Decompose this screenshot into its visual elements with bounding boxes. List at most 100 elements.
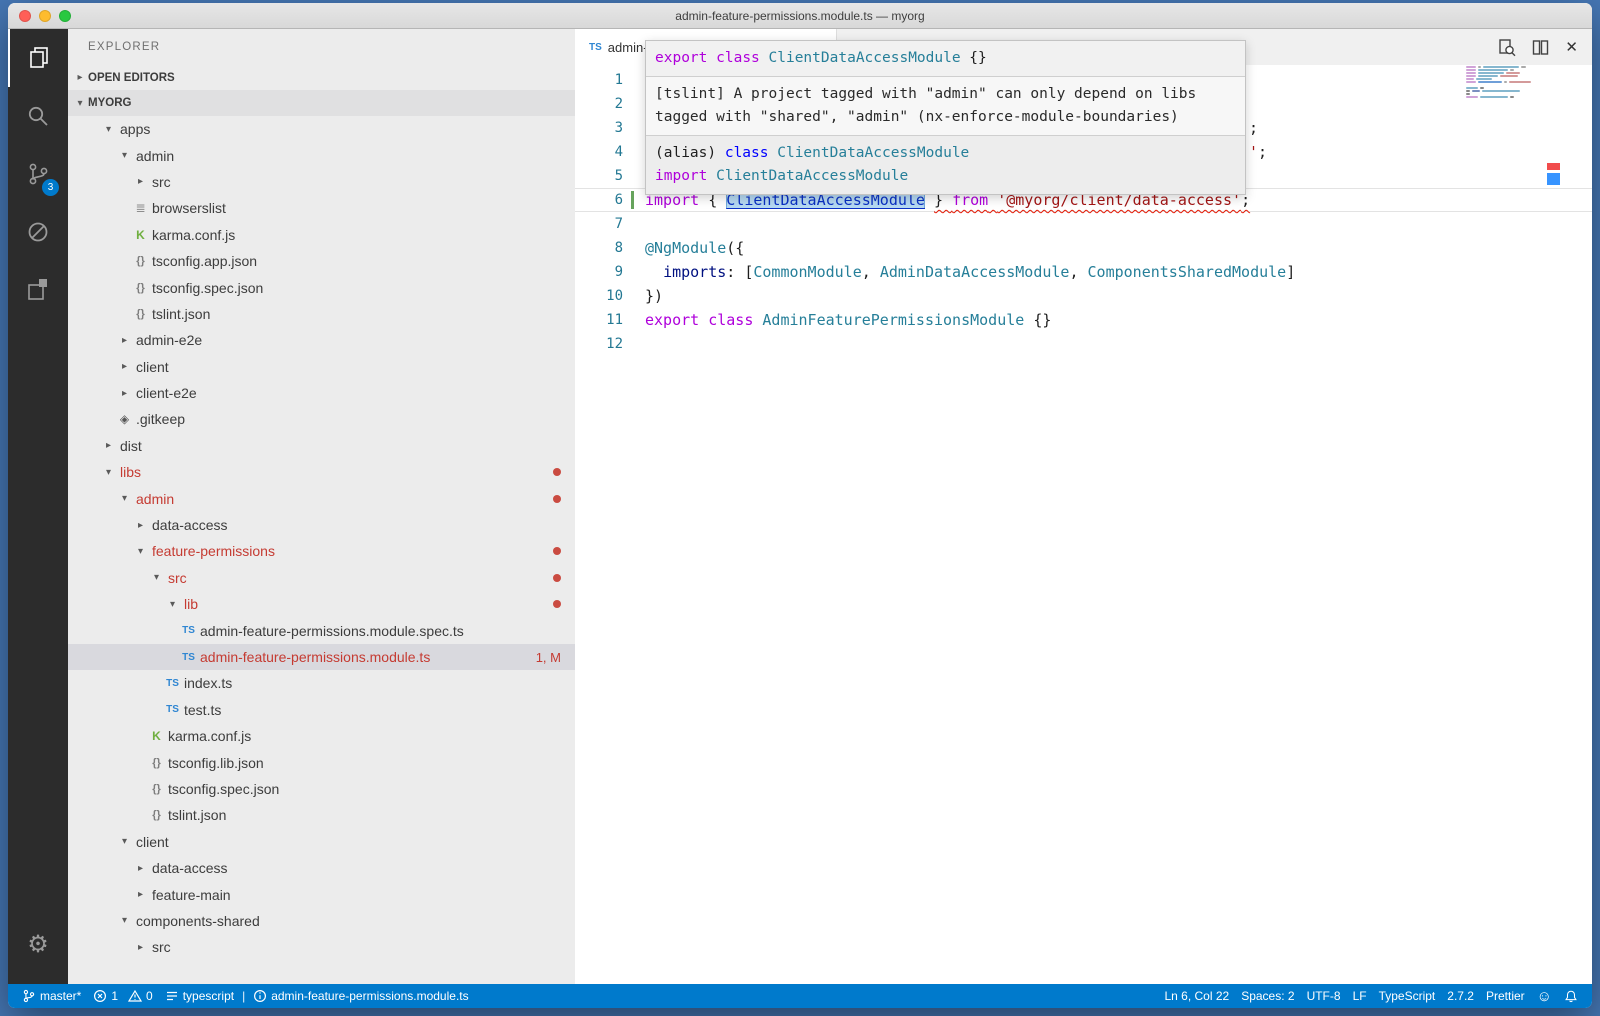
hover-alias-info: (alias) class ClientDataAccessModuleimpo… — [646, 135, 1245, 194]
ts-version-status[interactable]: 2.7.2 — [1441, 989, 1480, 1003]
tree-item-src[interactable]: ▸src — [68, 169, 575, 195]
tree-item-karma-conf-js[interactable]: Kkarma.conf.js — [68, 723, 575, 749]
tree-item--gitkeep[interactable]: ◈.gitkeep — [68, 406, 575, 432]
preview-search-icon — [1497, 38, 1516, 57]
warning-count: 0 — [146, 989, 153, 1003]
split-editor-icon — [1532, 39, 1549, 56]
ruler-mark — [1547, 173, 1560, 185]
tree-item-feature-main[interactable]: ▸feature-main — [68, 881, 575, 907]
debug-activity-button[interactable] — [8, 203, 68, 261]
minimap-segment — [1466, 72, 1476, 74]
tree-item-browserslist[interactable]: ≣browserslist — [68, 195, 575, 221]
tree-item-tsconfig-spec-json[interactable]: {}tsconfig.spec.json — [68, 274, 575, 300]
problems-status[interactable]: 1 0 — [87, 984, 158, 1008]
tree-item-test-ts[interactable]: TStest.ts — [68, 697, 575, 723]
cursor-position-status[interactable]: Ln 6, Col 22 — [1158, 989, 1235, 1003]
notifications-button[interactable] — [1558, 989, 1584, 1004]
open-preview-button[interactable] — [1497, 38, 1516, 57]
chevron-down-icon: ▾ — [100, 124, 117, 135]
code-line-12[interactable]: 12 — [575, 332, 1592, 356]
tree-item-admin[interactable]: ▾admin — [68, 485, 575, 511]
minimap-row — [1466, 78, 1532, 80]
tree-item-tslint-json[interactable]: {}tslint.json — [68, 802, 575, 828]
tree-item-tsconfig-lib-json[interactable]: {}tsconfig.lib.json — [68, 749, 575, 775]
close-window-button[interactable] — [19, 10, 31, 22]
source-control-activity-button[interactable]: 3 — [8, 145, 68, 203]
ts-file-icon: TS — [180, 625, 197, 636]
gutter — [623, 332, 645, 356]
tree-item-tslint-json[interactable]: {}tslint.json — [68, 301, 575, 327]
tree-item-data-access[interactable]: ▸data-access — [68, 512, 575, 538]
tree-item-client[interactable]: ▾client — [68, 829, 575, 855]
minimap-segment — [1510, 69, 1514, 71]
code-token: CommonModule — [753, 263, 861, 281]
minimize-window-button[interactable] — [39, 10, 51, 22]
code-token: class — [725, 145, 769, 161]
extensions-activity-button[interactable] — [8, 261, 68, 319]
title-bar[interactable]: admin-feature-permissions.module.ts — my… — [8, 3, 1592, 29]
tree-item-libs[interactable]: ▾libs — [68, 459, 575, 485]
code-line-11[interactable]: 11export class AdminFeaturePermissionsMo… — [575, 308, 1592, 332]
code-line-9[interactable]: 9 imports: [CommonModule, AdminDataAcces… — [575, 260, 1592, 284]
error-dot-badge — [553, 468, 561, 476]
tree-item-karma-conf-js[interactable]: Kkarma.conf.js — [68, 222, 575, 248]
tree-item-client-e2e[interactable]: ▸client-e2e — [68, 380, 575, 406]
tree-item-admin-feature-permissions-module-ts[interactable]: TSadmin-feature-permissions.module.ts1, … — [68, 644, 575, 670]
feedback-button[interactable]: ☺ — [1531, 989, 1558, 1004]
tree-item-src[interactable]: ▸src — [68, 934, 575, 960]
tree-item-admin-e2e[interactable]: ▸admin-e2e — [68, 327, 575, 353]
minimap-segment — [1500, 75, 1518, 77]
code-token — [645, 263, 663, 281]
encoding-status[interactable]: UTF-8 — [1301, 989, 1347, 1003]
tree-item-client[interactable]: ▸client — [68, 354, 575, 380]
code-token: ' — [1249, 143, 1258, 161]
split-editor-button[interactable] — [1532, 39, 1549, 56]
code-token: export — [655, 50, 707, 66]
hover-alias-line: import ClientDataAccessModule — [655, 165, 1236, 188]
tree-item-tsconfig-spec-json[interactable]: {}tsconfig.spec.json — [68, 776, 575, 802]
debug-icon — [25, 219, 51, 245]
line-number: 2 — [575, 96, 623, 112]
formatter-status[interactable]: Prettier — [1480, 989, 1531, 1003]
code-line-10[interactable]: 10}) — [575, 284, 1592, 308]
language-mode-status[interactable]: TypeScript — [1373, 989, 1442, 1003]
settings-gear-button[interactable]: ⚙ — [8, 916, 68, 974]
status-bar: master* 1 0 typescript | admin-feature-p… — [8, 984, 1592, 1008]
tree-item-admin[interactable]: ▾admin — [68, 142, 575, 168]
gutter — [623, 164, 645, 188]
code-token: ; — [1258, 143, 1267, 161]
minimap[interactable] — [1466, 66, 1532, 99]
minimap-segment — [1478, 72, 1504, 74]
file-info-status[interactable]: admin-feature-permissions.module.ts — [247, 984, 474, 1008]
code-line-8[interactable]: 8@NgModule({ — [575, 236, 1592, 260]
eol-status[interactable]: LF — [1347, 989, 1373, 1003]
ruler-mark — [1547, 163, 1560, 170]
tree-item-dist[interactable]: ▸dist — [68, 433, 575, 459]
tree-item-data-access[interactable]: ▸data-access — [68, 855, 575, 881]
sidebar-title: EXPLORER — [68, 29, 575, 65]
tree-item-tsconfig-app-json[interactable]: {}tsconfig.app.json — [68, 248, 575, 274]
indentation-status[interactable]: Spaces: 2 — [1235, 989, 1300, 1003]
minimap-segment — [1476, 78, 1492, 80]
explorer-activity-button[interactable] — [8, 29, 68, 87]
chevron-right-icon: ▸ — [132, 176, 149, 187]
workspace-root-header[interactable]: ▾ MYORG — [68, 90, 575, 116]
ts-file-icon: TS — [164, 678, 181, 689]
tree-item-src[interactable]: ▾src — [68, 565, 575, 591]
tree-item-index-ts[interactable]: TSindex.ts — [68, 670, 575, 696]
search-activity-button[interactable] — [8, 87, 68, 145]
close-editor-button[interactable]: ✕ — [1565, 38, 1578, 56]
minimap-row — [1466, 90, 1532, 92]
git-branch-status[interactable]: master* — [16, 984, 87, 1008]
zoom-window-button[interactable] — [59, 10, 71, 22]
open-editors-section-header[interactable]: ▸ OPEN EDITORS — [68, 65, 575, 90]
tree-item-components-shared[interactable]: ▾components-shared — [68, 908, 575, 934]
code-area[interactable]: 123;4';56import { ClientDataAccessModule… — [575, 65, 1592, 984]
linter-status[interactable]: typescript — [159, 984, 240, 1008]
tree-item-lib[interactable]: ▾lib — [68, 591, 575, 617]
tree-item-feature-permissions[interactable]: ▾feature-permissions — [68, 538, 575, 564]
tree-item-apps[interactable]: ▾apps — [68, 116, 575, 142]
line-number: 5 — [575, 168, 623, 184]
code-line-7[interactable]: 7 — [575, 212, 1592, 236]
tree-item-admin-feature-permissions-module-spec-ts[interactable]: TSadmin-feature-permissions.module.spec.… — [68, 617, 575, 643]
